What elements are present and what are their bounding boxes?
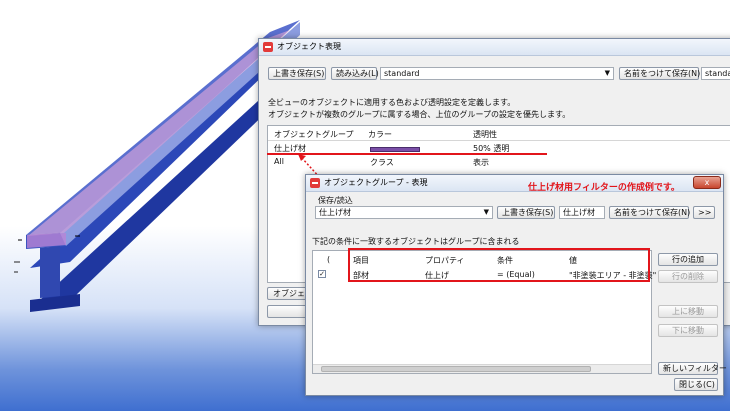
- preset-combo[interactable]: standard ▼: [380, 67, 614, 80]
- app-icon: [263, 42, 273, 52]
- window-title: オブジェクト表現: [277, 42, 341, 51]
- group-save-as-button[interactable]: 名前をつけて保存(N): [609, 206, 690, 219]
- annotation-label: 仕上げ材用フィルターの作成例です。: [528, 183, 680, 193]
- delete-row-button[interactable]: 行の削除: [658, 270, 718, 283]
- save-as-button[interactable]: 名前をつけて保存(N): [619, 67, 700, 80]
- table-row[interactable]: All クラス 表示: [268, 156, 730, 168]
- preset-value: standard: [384, 69, 420, 78]
- condition-description: 下記の条件に一致するオブジェクトはグループに含まれる: [312, 237, 520, 246]
- preset-name-field[interactable]: standard: [701, 67, 730, 80]
- move-down-button[interactable]: 下に移動: [658, 324, 718, 337]
- overwrite-save-button[interactable]: 上書き保存(S): [268, 67, 326, 80]
- scrollbar-thumb[interactable]: [321, 366, 591, 372]
- row-color-swatch[interactable]: [370, 147, 420, 152]
- description-line-1: 全ビューのオブジェクトに適用する色および透明設定を定義します。: [268, 98, 516, 107]
- app-icon: [310, 178, 320, 188]
- group-overwrite-save-button[interactable]: 上書き保存(S): [497, 206, 555, 219]
- column-header-paren[interactable]: (: [327, 255, 330, 264]
- object-group-window[interactable]: オブジェクトグループ - 表現 x 仕上げ材用フィルターの作成例です。 保存/読…: [305, 174, 727, 396]
- column-header-transparency[interactable]: 透明性: [473, 129, 497, 140]
- group-name-value: 仕上げ材: [563, 208, 595, 217]
- close-button[interactable]: 閉じる(C): [674, 378, 718, 391]
- description-line-2: オブジェクトが複数のグループに属する場合、上位のグループの設定を優先します。: [268, 110, 571, 119]
- row-color-label: クラス: [370, 158, 394, 167]
- close-window-button[interactable]: x: [693, 176, 721, 189]
- group-preset-value: 仕上げ材: [319, 208, 351, 217]
- column-header-group[interactable]: オブジェクトグループ: [274, 129, 354, 140]
- add-row-button[interactable]: 行の追加: [658, 253, 718, 266]
- condition-highlight-box: [348, 248, 650, 282]
- more-button[interactable]: >>: [693, 206, 715, 219]
- row-transparency: 表示: [473, 158, 489, 167]
- dropdown-arrow-icon: ▼: [604, 69, 610, 77]
- window-title: オブジェクトグループ - 表現: [324, 178, 428, 187]
- row-enabled-checkbox[interactable]: ✓: [318, 270, 326, 278]
- load-button[interactable]: 読み込み(L): [331, 67, 379, 80]
- dropdown-arrow-icon: ▼: [483, 208, 489, 216]
- group-preset-combo[interactable]: 仕上げ材 ▼: [315, 206, 493, 219]
- horizontal-scrollbar[interactable]: [313, 364, 651, 373]
- save-load-label: 保存/読込: [318, 196, 353, 205]
- window-titlebar[interactable]: オブジェクト表現: [259, 39, 730, 56]
- group-name-field[interactable]: 仕上げ材: [559, 206, 605, 219]
- column-header-color[interactable]: カラー: [368, 129, 392, 140]
- preset-name-value: standard: [705, 69, 730, 78]
- new-filter-button[interactable]: 新しいフィルター: [658, 362, 727, 375]
- move-up-button[interactable]: 上に移動: [658, 305, 718, 318]
- close-icon: x: [704, 178, 710, 187]
- row-group-name: All: [274, 157, 284, 166]
